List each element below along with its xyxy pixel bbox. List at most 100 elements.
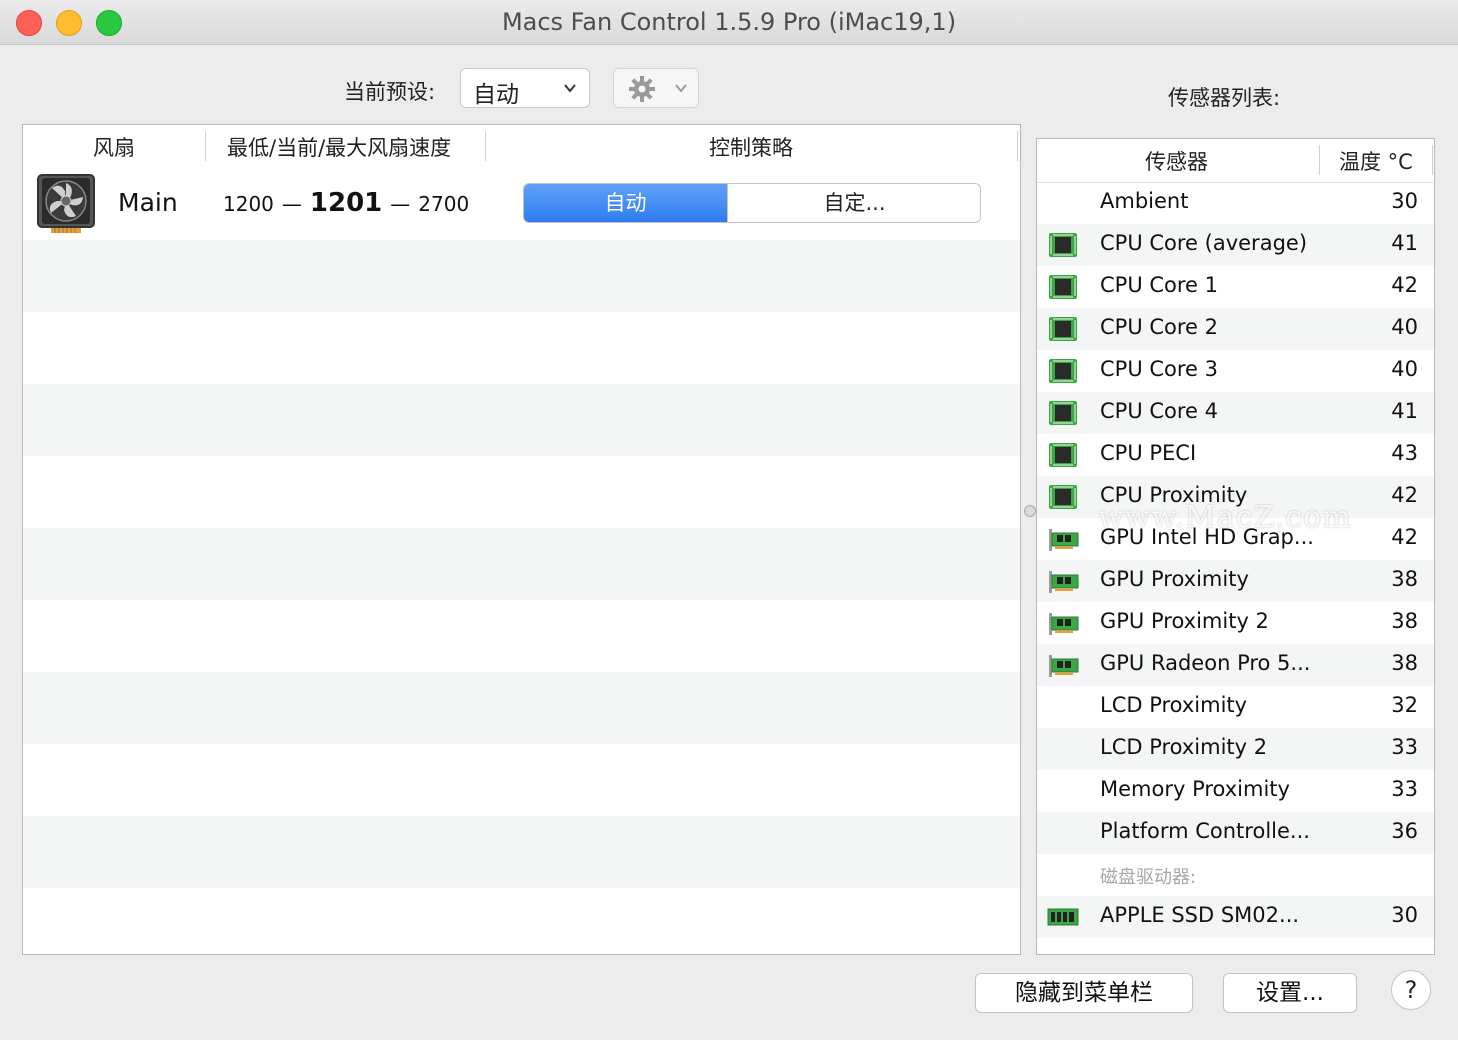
sensor-row[interactable]: GPU Intel HD Grap... 42 [1037,518,1434,560]
empty-row [23,528,1020,600]
speed-separator: — [281,192,302,216]
disk-group-label: 磁盘驱动器: [1100,867,1197,888]
fan-row-main[interactable]: Main 1200 — 1201 — 2700 自动 自定... [23,168,1020,240]
sensor-temperature: 42 [1391,273,1418,297]
sensor-temperature: 41 [1391,399,1418,423]
chip-icon [1047,315,1079,343]
gear-icon [629,76,655,102]
sensor-row[interactable]: GPU Radeon Pro 5... 38 [1037,644,1434,686]
chip-icon [1047,441,1079,469]
sensor-row[interactable]: APPLE SSD SM02... 30 [1037,896,1434,938]
sensor-name: Ambient [1100,189,1189,213]
control-strategy-segmented: 自动 自定... [523,183,981,223]
sensor-name: CPU Proximity [1100,483,1248,507]
column-header-speed[interactable]: 最低/当前/最大风扇速度 [227,132,451,162]
gpu-card-icon [1047,567,1079,595]
settings-button[interactable]: 设置... [1223,973,1357,1013]
preset-actions-button[interactable] [613,68,699,108]
sensor-row[interactable]: CPU Core 1 42 [1037,266,1434,308]
column-header-sensor[interactable]: 传感器 [1145,146,1208,176]
sensor-row[interactable]: CPU Core 3 40 [1037,350,1434,392]
column-divider[interactable] [1432,145,1433,175]
sensor-name: CPU PECI [1100,441,1197,465]
sensor-name: GPU Intel HD Grap... [1100,525,1314,549]
sensor-name: LCD Proximity [1100,693,1248,717]
empty-row [23,384,1020,456]
sensor-temperature: 41 [1391,231,1418,255]
sensor-temperature: 42 [1391,525,1418,549]
sensor-name: CPU Core 2 [1100,315,1219,339]
title-bar: Macs Fan Control 1.5.9 Pro (iMac19,1) [0,0,1458,45]
gpu-card-icon [1047,525,1079,553]
sensor-temperature: 38 [1391,651,1418,675]
fan-speed-min: 1200 [223,192,274,216]
hide-to-menubar-button[interactable]: 隐藏到菜单栏 [975,973,1193,1013]
empty-row [23,816,1020,888]
sensor-row[interactable]: GPU Proximity 38 [1037,560,1434,602]
sensor-temperature: 30 [1391,903,1418,927]
column-divider[interactable] [485,131,486,161]
sensor-row[interactable]: GPU Proximity 2 38 [1037,602,1434,644]
chip-icon [1047,357,1079,385]
fan-icon [37,174,95,233]
sensor-name: CPU Core 4 [1100,399,1219,423]
ssd-icon [1047,903,1079,931]
sensor-list-label: 传感器列表: [1168,86,1281,110]
control-auto-button[interactable]: 自动 [524,184,727,222]
disk-group-row: 磁盘驱动器: [1037,854,1434,896]
sensor-temperature: 32 [1391,693,1418,717]
sensor-temperature: 33 [1391,735,1418,759]
sensor-row[interactable]: CPU Core 4 41 [1037,392,1434,434]
sensor-name: APPLE SSD SM02... [1100,903,1300,927]
chip-icon [1047,483,1079,511]
gpu-card-icon [1047,651,1079,679]
main-window: Macs Fan Control 1.5.9 Pro (iMac19,1) 当前… [0,0,1458,1040]
sensor-row[interactable]: CPU Proximity 42 [1037,476,1434,518]
sensor-name: CPU Core 1 [1100,273,1219,297]
sensor-name: GPU Proximity [1100,567,1249,591]
sensor-row[interactable]: Platform Controlle... 36 [1037,812,1434,854]
sensor-row[interactable]: Ambient 30 [1037,182,1434,224]
chevron-down-icon [564,84,576,93]
column-header-control[interactable]: 控制策略 [709,132,793,162]
fan-table-header: 风扇 最低/当前/最大风扇速度 控制策略 [23,125,1020,169]
chip-icon [1047,399,1079,427]
sensor-name: CPU Core 3 [1100,357,1219,381]
sensor-row[interactable]: CPU Core 2 40 [1037,308,1434,350]
fan-table: 风扇 最低/当前/最大风扇速度 控制策略 Main 1200 — 1201 — … [22,124,1021,955]
sensor-row[interactable]: LCD Proximity 32 [1037,686,1434,728]
chevron-down-icon [675,84,687,93]
help-button[interactable]: ? [1391,970,1431,1010]
sensor-row[interactable]: CPU PECI 43 [1037,434,1434,476]
control-custom-button[interactable]: 自定... [727,184,980,222]
column-divider[interactable] [205,131,206,161]
preset-label: 当前预设: [344,80,436,104]
sensor-temperature: 40 [1391,357,1418,381]
sensor-temperature: 30 [1391,189,1418,213]
column-divider[interactable] [1017,131,1018,161]
sensor-table-header: 传感器 温度 °C [1037,139,1434,183]
sensor-temperature: 33 [1391,777,1418,801]
empty-row [23,672,1020,744]
sensor-name: Memory Proximity [1100,777,1290,801]
sensor-row[interactable]: LCD Proximity 2 33 [1037,728,1434,770]
fan-name: Main [118,188,178,217]
split-view-handle[interactable] [1024,505,1036,517]
fan-speed-readout: 1200 — 1201 — 2700 [223,188,469,218]
column-header-fan[interactable]: 风扇 [93,132,135,162]
sensor-temperature: 40 [1391,315,1418,339]
sensor-temperature: 42 [1391,483,1418,507]
sensor-temperature: 38 [1391,567,1418,591]
sensor-row[interactable]: Memory Proximity 33 [1037,770,1434,812]
sensor-name: CPU Core (average) [1100,231,1308,255]
fan-speed-current: 1201 [309,188,383,218]
preset-dropdown[interactable]: 自动 [460,68,590,108]
sensor-row[interactable]: CPU Core (average) 41 [1037,224,1434,266]
sensor-rows: Ambient 30 CPU Core (average) 41 CPU Core 1 4… [1037,182,1434,938]
sensor-temperature: 38 [1391,609,1418,633]
preset-value: 自动 [473,82,519,108]
sensor-name: LCD Proximity 2 [1100,735,1268,759]
column-divider[interactable] [1319,145,1320,175]
column-header-temperature[interactable]: 温度 °C [1339,146,1413,176]
sensor-temperature: 43 [1391,441,1418,465]
